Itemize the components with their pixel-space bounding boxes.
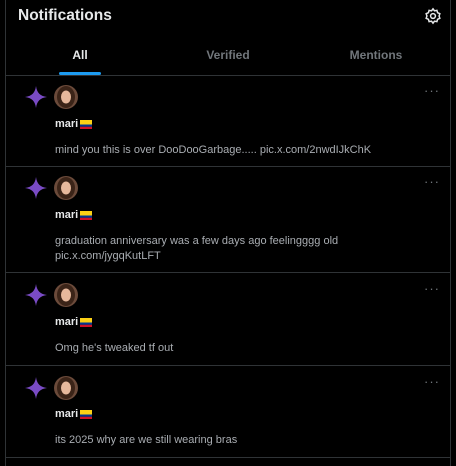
avatar[interactable] [54, 376, 78, 400]
more-options-icon[interactable]: ··· [424, 282, 440, 295]
tab-all[interactable]: All [6, 32, 154, 75]
tab-bar: All Verified Mentions [6, 32, 450, 76]
more-options-icon[interactable]: ··· [424, 84, 440, 97]
notification-item[interactable]: ··· mari mind you this is over DooDooGar… [6, 76, 450, 167]
sparkle-icon [25, 177, 47, 199]
active-tab-indicator [59, 72, 101, 75]
colombia-flag-icon [80, 409, 93, 419]
author-name[interactable]: mari [55, 118, 78, 130]
author-row: mari [55, 118, 93, 130]
tab-label: All [72, 48, 88, 62]
notification-text: graduation anniversary was a few days ag… [55, 235, 339, 262]
author-row: mari [55, 316, 93, 328]
gear-icon[interactable] [424, 7, 442, 25]
tab-label: Verified [206, 48, 250, 62]
more-options-icon[interactable]: ··· [424, 175, 440, 188]
colombia-flag-icon [80, 119, 93, 129]
notifications-panel: Notifications All Verified Mentions ··· … [5, 0, 451, 466]
author-row: mari [55, 209, 93, 221]
sparkle-icon [25, 284, 47, 306]
author-name[interactable]: mari [55, 209, 78, 221]
tab-mentions[interactable]: Mentions [302, 32, 450, 75]
notification-text: its 2025 why are we still wearing bras [55, 434, 238, 446]
more-options-icon[interactable]: ··· [424, 375, 440, 388]
notification-text: mind you this is over DooDooGarbage.....… [55, 144, 372, 156]
notification-text: Omg he's tweaked tf out [55, 342, 174, 354]
page-title: Notifications [18, 7, 112, 24]
author-name[interactable]: mari [55, 316, 78, 328]
colombia-flag-icon [80, 317, 93, 327]
author-name[interactable]: mari [55, 408, 78, 420]
tab-verified[interactable]: Verified [154, 32, 302, 75]
sparkle-icon [25, 377, 47, 399]
notification-item[interactable]: ··· mari Omg he's tweaked tf out [6, 273, 450, 366]
author-row: mari [55, 408, 93, 420]
colombia-flag-icon [80, 210, 93, 220]
sparkle-icon [25, 86, 47, 108]
tab-label: Mentions [349, 48, 403, 62]
avatar[interactable] [54, 176, 78, 200]
avatar[interactable] [54, 85, 78, 109]
header: Notifications [6, 0, 450, 32]
notification-item[interactable]: ··· mari graduation anniversary was a fe… [6, 167, 450, 273]
avatar[interactable] [54, 283, 78, 307]
notification-item[interactable]: ··· mari its 2025 why are we still weari… [6, 366, 450, 458]
